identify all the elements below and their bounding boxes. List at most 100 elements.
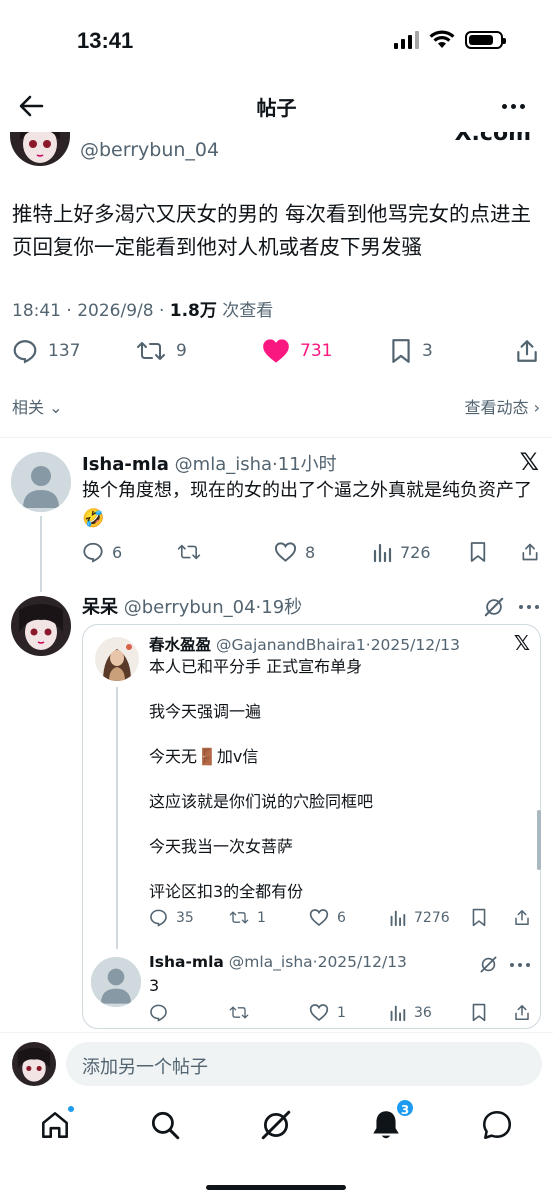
reply-button[interactable]: 35 [149, 908, 194, 927]
thread-line [40, 516, 42, 592]
grok-icon[interactable] [483, 596, 505, 618]
post-meta: 18:41 · 2026/9/8 · 1.8万 次查看 [12, 296, 273, 321]
text-line: 我今天强调一遍 [149, 702, 262, 721]
reply-button[interactable]: 6 [82, 541, 122, 563]
nav-header: 帖子 [0, 80, 553, 132]
more-options-icon[interactable] [502, 104, 525, 109]
reply-actions: 6 8 726 [82, 541, 540, 565]
author-handle[interactable]: @berrybun_04 [80, 139, 219, 161]
text-line: 今天无🚪加v信 [149, 747, 259, 766]
tab-search[interactable] [148, 1108, 182, 1142]
tab-grok[interactable] [259, 1108, 293, 1142]
bookmark-icon [472, 1003, 486, 1022]
avatar[interactable] [12, 1042, 56, 1086]
avatar[interactable] [95, 637, 139, 681]
message-icon [482, 1110, 512, 1140]
like-button[interactable]: 731 [262, 338, 332, 364]
related-label: 相关 [12, 398, 45, 417]
repost-button[interactable]: 1 [229, 908, 266, 927]
views-button[interactable]: 7276 [389, 908, 450, 927]
repost-button[interactable]: 9 [136, 338, 187, 364]
text-line: 本人已和平分手 正式宣布单身 [149, 657, 363, 676]
grok-icon[interactable] [479, 955, 498, 974]
reply-button[interactable]: 137 [12, 338, 80, 364]
repost-count: 1 [257, 909, 266, 926]
tab-home[interactable] [38, 1105, 75, 1142]
divider [0, 437, 553, 438]
views-button[interactable]: 726 [372, 541, 431, 563]
bookmark-button[interactable] [469, 541, 487, 563]
nested-reply-actions: 1 36 [149, 1003, 533, 1027]
share-icon [522, 543, 538, 561]
bookmark-icon [470, 542, 486, 562]
share-icon [517, 340, 537, 362]
share-button[interactable] [520, 541, 540, 563]
like-button[interactable]: 1 [309, 1003, 346, 1022]
search-icon [151, 1111, 180, 1140]
text-line: 这应该就是你们说的穴脸同框吧 [149, 792, 374, 811]
repost-button[interactable] [229, 1003, 249, 1022]
more-options-icon[interactable] [510, 962, 530, 967]
view-count: 36 [414, 1004, 432, 1021]
share-button[interactable] [513, 1003, 531, 1022]
tab-messages[interactable] [480, 1108, 514, 1142]
reply-button[interactable] [149, 1003, 168, 1022]
repost-icon [177, 544, 201, 560]
avatar[interactable] [91, 957, 141, 1007]
reply-author-handle[interactable]: @berrybun_04 [124, 597, 256, 618]
share-icon [515, 910, 529, 925]
battery-icon [465, 31, 506, 49]
notification-badge: 3 [395, 1098, 415, 1118]
tab-notifications[interactable]: 3 [369, 1098, 415, 1142]
grok-icon [261, 1110, 291, 1140]
home-icon [42, 1112, 68, 1138]
like-count: 731 [300, 341, 333, 361]
reply-author-name[interactable]: 呆呆 [82, 597, 118, 618]
avatar[interactable] [11, 452, 71, 512]
quoted-post-text: 本人已和平分手 正式宣布单身 我今天强调一遍 今天无🚪加v信 这应该就是你们说的… [149, 656, 529, 926]
bookmark-count: 3 [422, 341, 433, 361]
nested-reply-text: 3 [149, 976, 160, 995]
bookmark-icon [392, 339, 410, 363]
heart-icon [309, 1004, 329, 1022]
view-activity-link[interactable]: 查看动态 › [464, 394, 540, 418]
share-button[interactable] [513, 908, 531, 927]
bookmark-button[interactable] [471, 1003, 487, 1022]
reply-count: 35 [176, 909, 194, 926]
wifi-icon [429, 30, 455, 48]
reply-author-handle[interactable]: @mla_isha [175, 454, 272, 475]
like-button[interactable]: 6 [309, 908, 346, 927]
reply-icon [150, 1004, 167, 1022]
bookmark-button[interactable] [471, 908, 487, 927]
bookmark-icon [472, 908, 486, 927]
nested-reply-author-handle[interactable]: @mla_isha [229, 953, 313, 971]
quoted-author-name[interactable]: 春水盈盈 [149, 636, 211, 654]
status-time: 13:41 [77, 28, 134, 53]
like-count: 1 [337, 1004, 346, 1021]
heart-filled-icon [263, 339, 289, 363]
bottom-tab-bar: 3 [0, 1094, 553, 1200]
bookmark-button[interactable]: 3 [390, 338, 433, 364]
status-bar: 13:41 [0, 0, 553, 80]
quoted-author-handle[interactable]: @GajanandBhaira1 [216, 636, 366, 654]
quoted-post-actions: 35 1 6 7276 [149, 908, 533, 932]
nested-reply-author-name[interactable]: Isha-mla [149, 953, 224, 971]
reply-author-name[interactable]: Isha-mla [82, 454, 169, 475]
heart-icon [309, 909, 329, 927]
cellular-signal-icon [394, 31, 419, 49]
share-button[interactable] [514, 338, 540, 364]
reply-count: 137 [48, 341, 81, 361]
reply-header-actions [483, 596, 539, 618]
compose-input[interactable]: 添加另一个帖子 [66, 1042, 542, 1086]
avatar[interactable] [11, 596, 71, 656]
scrollbar[interactable] [537, 810, 541, 870]
quoted-post-card[interactable]: 春水盈盈 @GajanandBhaira1·2025/12/13 𝕏 本人已和平… [82, 624, 541, 1029]
more-options-icon[interactable] [519, 605, 539, 609]
views-chart-icon [373, 543, 392, 563]
post-timestamp: 18:41 · 2026/9/8 · [12, 301, 170, 321]
views-button[interactable]: 36 [389, 1003, 432, 1022]
like-button[interactable]: 8 [274, 541, 315, 563]
heart-icon [274, 542, 297, 562]
repost-button[interactable] [177, 541, 201, 563]
related-dropdown[interactable]: 相关 ⌄ [12, 394, 63, 418]
